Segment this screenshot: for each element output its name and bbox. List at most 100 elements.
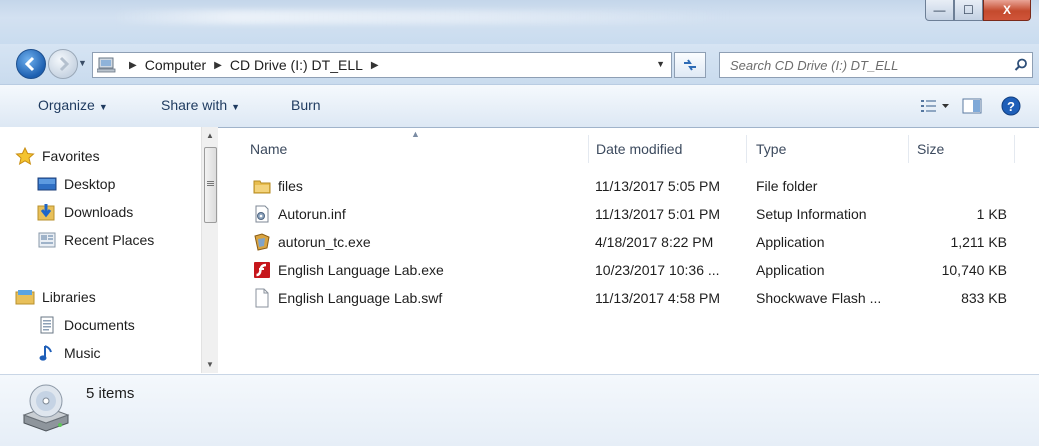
burn-label: Burn: [291, 97, 321, 113]
column-divider[interactable]: [588, 135, 589, 163]
command-bar: Organize ▼ Share with ▼ Burn ?: [0, 84, 1039, 128]
sidebar-item-label: Favorites: [42, 148, 100, 164]
table-row[interactable]: Autorun.inf 11/13/2017 5:01 PM Setup Inf…: [218, 200, 1039, 228]
sidebar-item-recent-places[interactable]: Recent Places: [36, 231, 154, 249]
scroll-down-icon[interactable]: ▼: [206, 360, 214, 369]
desktop-icon: [36, 175, 58, 193]
navigation-scrollbar[interactable]: ▲ ▼: [201, 127, 218, 373]
file-date: 10/23/2017 10:36 ...: [595, 262, 720, 278]
file-name[interactable]: English Language Lab.swf: [278, 290, 442, 306]
column-size[interactable]: Size: [917, 141, 944, 157]
table-row[interactable]: autorun_tc.exe 4/18/2017 8:22 PM Applica…: [218, 228, 1039, 256]
file-date: 11/13/2017 4:58 PM: [595, 290, 721, 306]
file-type: Application: [756, 262, 825, 278]
organize-label: Organize: [38, 97, 95, 113]
view-options-button[interactable]: [921, 99, 951, 116]
flash-app-icon: [254, 262, 270, 278]
preview-pane-button[interactable]: [962, 98, 982, 117]
back-button[interactable]: [16, 49, 46, 79]
window-controls: — ☐ X: [925, 0, 1031, 21]
column-header: ▲ Name Date modified Type Size: [218, 127, 1039, 167]
chevron-down-icon: ▼: [231, 102, 241, 112]
file-size: 1,211 KB: [950, 234, 1007, 250]
documents-icon: [36, 316, 58, 334]
forward-button[interactable]: [48, 49, 78, 79]
file-type: Setup Information: [756, 206, 867, 222]
crumb-separator[interactable]: ▶: [214, 60, 222, 71]
crumb-separator[interactable]: ▶: [129, 60, 137, 71]
cd-drive-icon: [22, 384, 70, 432]
table-row[interactable]: English Language Lab.swf 11/13/2017 4:58…: [218, 284, 1039, 312]
file-name[interactable]: autorun_tc.exe: [278, 234, 371, 250]
address-row: ▼ ▶ Computer ▶ CD Drive (I:) DT_ELL ▶ ▼ …: [0, 44, 1039, 84]
file-name[interactable]: files: [278, 178, 303, 194]
file-size: 833 KB: [961, 290, 1007, 306]
share-with-label: Share with: [161, 97, 228, 113]
scrollbar-thumb[interactable]: [204, 147, 217, 223]
setup-file-icon: [255, 205, 269, 223]
sidebar-item-libraries[interactable]: Libraries: [14, 288, 96, 306]
table-row[interactable]: files 11/13/2017 5:05 PM File folder: [218, 172, 1039, 200]
burn-button[interactable]: Burn: [291, 97, 321, 113]
chevron-down-icon: ▼: [98, 102, 108, 112]
refresh-icon: [684, 59, 696, 71]
sidebar-item-label: Music: [64, 345, 101, 361]
maximize-button[interactable]: ☐: [954, 0, 983, 21]
sidebar-item-label: Recent Places: [64, 232, 155, 248]
help-icon: ?: [1001, 96, 1021, 116]
file-name[interactable]: Autorun.inf: [278, 206, 346, 222]
address-bar[interactable]: ▶ Computer ▶ CD Drive (I:) DT_ELL ▶ ▼: [92, 52, 672, 78]
column-name[interactable]: Name: [250, 141, 287, 157]
sidebar-item-music[interactable]: Music: [36, 344, 101, 362]
search-box[interactable]: Search CD Drive (I:) DT_ELL: [719, 52, 1033, 78]
sidebar-item-documents[interactable]: Documents: [36, 316, 135, 334]
column-type[interactable]: Type: [756, 141, 786, 157]
sidebar-item-favorites[interactable]: Favorites: [14, 147, 100, 165]
column-divider[interactable]: [1014, 135, 1015, 163]
organize-button[interactable]: Organize ▼: [38, 97, 108, 113]
crumb-cd-drive[interactable]: CD Drive (I:) DT_ELL: [230, 57, 363, 73]
navigation-pane: Favorites Desktop Downloads Recent Place…: [0, 127, 218, 373]
search-icon[interactable]: [1010, 58, 1032, 72]
file-type: Application: [756, 234, 825, 250]
file-type: Shockwave Flash ...: [756, 290, 882, 306]
title-blur: [110, 10, 730, 24]
search-input[interactable]: Search CD Drive (I:) DT_ELL: [720, 58, 1010, 73]
item-count: 5 items: [86, 385, 135, 402]
file-date: 11/13/2017 5:01 PM: [595, 206, 721, 222]
sidebar-item-label: Libraries: [42, 289, 96, 305]
explorer-window: — ☐ X ▼ ▶ Computer ▶ CD Drive (I:) DT_EL…: [0, 0, 1039, 446]
recent-places-icon: [36, 231, 58, 249]
libraries-icon: [14, 288, 36, 306]
crumb-computer[interactable]: Computer: [145, 57, 206, 73]
scroll-up-icon[interactable]: ▲: [206, 131, 214, 140]
help-button[interactable]: ?: [1001, 96, 1021, 119]
address-dropdown-icon[interactable]: ▼: [656, 59, 665, 69]
file-size: 10,740 KB: [941, 262, 1007, 278]
file-name[interactable]: English Language Lab.exe: [278, 262, 444, 278]
close-button[interactable]: X: [983, 0, 1031, 21]
table-row[interactable]: English Language Lab.exe 10/23/2017 10:3…: [218, 256, 1039, 284]
recent-pages-dropdown[interactable]: ▼: [78, 58, 87, 68]
forward-arrow-icon: [59, 56, 70, 72]
preview-pane-icon: [962, 98, 982, 114]
sidebar-item-desktop[interactable]: Desktop: [36, 175, 115, 193]
column-date-modified[interactable]: Date modified: [596, 141, 682, 157]
sidebar-item-downloads[interactable]: Downloads: [36, 203, 133, 221]
refresh-button[interactable]: [674, 52, 706, 78]
column-divider[interactable]: [746, 135, 747, 163]
minimize-button[interactable]: —: [925, 0, 954, 21]
share-with-button[interactable]: Share with ▼: [161, 97, 240, 113]
title-bar[interactable]: — ☐ X: [0, 0, 1039, 44]
sidebar-item-label: Desktop: [64, 176, 116, 192]
crumb-separator[interactable]: ▶: [371, 60, 379, 71]
computer-icon: [97, 57, 116, 73]
downloads-icon: [36, 203, 58, 221]
details-pane: 5 items: [0, 374, 1039, 446]
folder-icon: [253, 180, 271, 194]
column-divider[interactable]: [908, 135, 909, 163]
star-icon: [14, 147, 36, 165]
file-size: 1 KB: [976, 206, 1007, 222]
file-date: 11/13/2017 5:05 PM: [595, 178, 721, 194]
file-date: 4/18/2017 8:22 PM: [595, 234, 714, 250]
